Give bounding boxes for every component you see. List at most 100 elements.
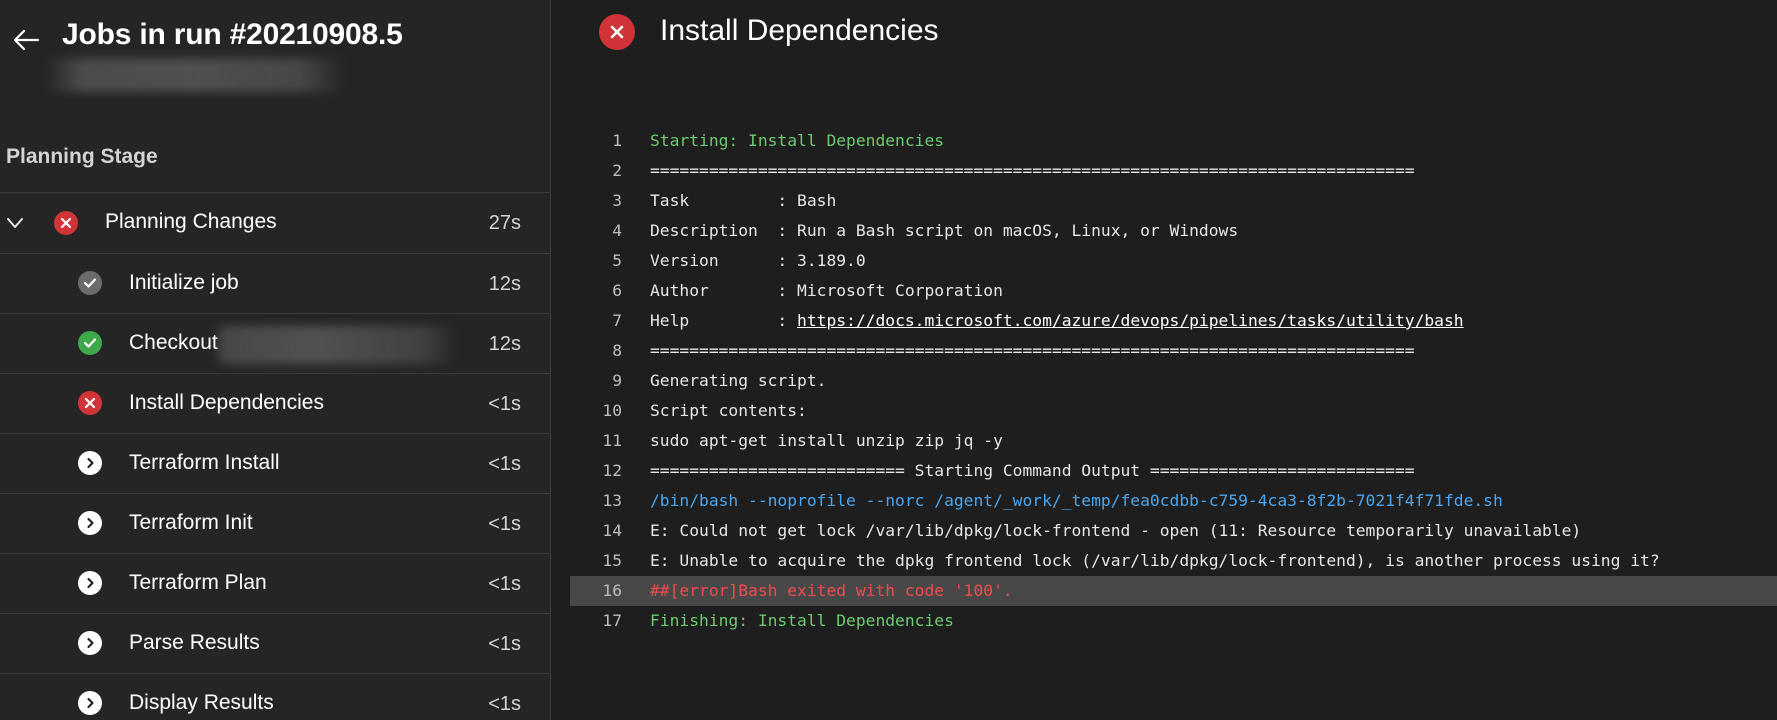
step-duration: <1s <box>488 633 521 655</box>
line-number[interactable]: 17 <box>570 606 622 636</box>
step-name: Install Dependencies <box>129 391 324 414</box>
line-text-content: /bin/bash --noprofile --norc /agent/_wor… <box>650 491 1503 510</box>
step-row-checkout[interactable]: Checkout 12s <box>0 313 550 373</box>
line-number[interactable]: 1 <box>570 126 622 156</box>
log-line[interactable]: 7 Help : https://docs.microsoft.com/azure… <box>570 306 1777 336</box>
log-line[interactable]: 2 =======================================… <box>570 156 1777 186</box>
log-line[interactable]: 6 Author : Microsoft Corporation <box>570 276 1777 306</box>
log-line[interactable]: 11 sudo apt-get install unzip zip jq -y <box>570 426 1777 456</box>
step-name: Initialize job <box>129 271 239 294</box>
line-text: ========================== Starting Comm… <box>650 456 1415 486</box>
run-title: Jobs in run #20210908.5 <box>62 18 403 51</box>
log-line[interactable]: 17 Finishing: Install Dependencies <box>570 606 1777 636</box>
line-number[interactable]: 12 <box>570 456 622 486</box>
line-text-content: Version : 3.189.0 <box>650 251 866 270</box>
log-line[interactable]: 5 Version : 3.189.0 <box>570 246 1777 276</box>
log-line[interactable]: 9 Generating script. <box>570 366 1777 396</box>
line-text: ##[error]Bash exited with code '100'. <box>650 576 1013 606</box>
line-number[interactable]: 3 <box>570 186 622 216</box>
line-text: Help : https://docs.microsoft.com/azure/… <box>650 306 1464 336</box>
skipped-circle-icon <box>78 571 102 595</box>
error-circle-icon <box>78 391 102 415</box>
skipped-circle-icon <box>78 631 102 655</box>
line-text-content: Generating script. <box>650 371 827 390</box>
log-line[interactable]: 14 E: Could not get lock /var/lib/dpkg/lo… <box>570 516 1777 546</box>
step-row-display-results[interactable]: Display Results <1s <box>0 673 550 720</box>
redacted-subtitle <box>46 58 346 92</box>
error-circle-icon <box>54 211 78 235</box>
step-name: Terraform Init <box>129 511 253 534</box>
log-line[interactable]: 4 Description : Run a Bash script on macO… <box>570 216 1777 246</box>
step-name: Terraform Plan <box>129 571 267 594</box>
skipped-circle-icon <box>78 451 102 475</box>
step-row-terraform-install[interactable]: Terraform Install <1s <box>0 433 550 493</box>
step-name: Terraform Install <box>129 451 280 474</box>
line-text: Version : 3.189.0 <box>650 246 866 276</box>
line-number[interactable]: 6 <box>570 276 622 306</box>
line-text: E: Unable to acquire the dpkg frontend l… <box>650 546 1660 576</box>
skipped-circle-icon <box>78 691 102 715</box>
log-line[interactable]: 1 Starting: Install Dependencies <box>570 126 1777 156</box>
step-duration: <1s <box>488 453 521 475</box>
line-text-content: Help : <box>650 311 798 330</box>
step-row-initialize-job[interactable]: Initialize job 12s <box>0 253 550 313</box>
sidebar-header: Jobs in run #20210908.5 <box>0 0 550 100</box>
log-line[interactable]: 8 =======================================… <box>570 336 1777 366</box>
help-link[interactable]: https://docs.microsoft.com/azure/devops/… <box>797 311 1464 330</box>
line-number[interactable]: 13 <box>570 486 622 516</box>
line-number[interactable]: 7 <box>570 306 622 336</box>
check-circle-icon <box>78 271 102 295</box>
job-duration: 27s <box>488 212 521 234</box>
log-line[interactable]: 10 Script contents: <box>570 396 1777 426</box>
line-text: ========================================… <box>650 336 1415 366</box>
line-text-content: ========================================… <box>650 341 1415 360</box>
step-row-terraform-plan[interactable]: Terraform Plan <1s <box>0 553 550 613</box>
line-number[interactable]: 16 <box>570 576 622 606</box>
log-line[interactable]: 13/bin/bash --noprofile --norc /agent/_w… <box>570 486 1777 516</box>
line-text-content: Author : Microsoft Corporation <box>650 281 1003 300</box>
step-duration: 12s <box>488 273 521 295</box>
line-number[interactable]: 2 <box>570 156 622 186</box>
job-row-planning-changes[interactable]: Planning Changes 27s <box>0 192 550 253</box>
step-name: Display Results <box>129 691 274 714</box>
back-button[interactable] <box>8 22 44 58</box>
line-number[interactable]: 14 <box>570 516 622 546</box>
step-duration: <1s <box>488 693 521 715</box>
line-number[interactable]: 5 <box>570 246 622 276</box>
step-duration: <1s <box>488 393 521 415</box>
step-duration: <1s <box>488 513 521 535</box>
log-output: 1 Starting: Install Dependencies 2 ========… <box>570 126 1777 636</box>
line-number[interactable]: 9 <box>570 366 622 396</box>
stage-title: Planning Stage <box>6 145 158 168</box>
line-text: sudo apt-get install unzip zip jq -y <box>650 426 1003 456</box>
line-text: Task : Bash <box>650 186 836 216</box>
line-text: E: Could not get lock /var/lib/dpkg/lock… <box>650 516 1581 546</box>
log-line-error[interactable]: 16 ##[error]Bash exited with code '100'. <box>570 576 1777 606</box>
log-line[interactable]: 12 ========================== Starting Co… <box>570 456 1777 486</box>
chevron-down-icon[interactable] <box>4 212 26 234</box>
step-row-parse-results[interactable]: Parse Results <1s <box>0 613 550 673</box>
redacted-repo-name <box>218 326 458 364</box>
line-number[interactable]: 11 <box>570 426 622 456</box>
step-duration: 12s <box>488 333 521 355</box>
log-line[interactable]: 15 E: Unable to acquire the dpkg frontend… <box>570 546 1777 576</box>
check-circle-icon <box>78 331 102 355</box>
line-number[interactable]: 8 <box>570 336 622 366</box>
log-line[interactable]: 3 Task : Bash <box>570 186 1777 216</box>
line-text: Author : Microsoft Corporation <box>650 276 1003 306</box>
line-text-content: sudo apt-get install unzip zip jq -y <box>650 431 1003 450</box>
step-name: Checkout <box>129 331 218 354</box>
line-text-content: ========================== Starting Comm… <box>650 461 1415 480</box>
line-number[interactable]: 4 <box>570 216 622 246</box>
line-text-content: Finishing: Install Dependencies <box>650 611 954 630</box>
line-text-content: Description : Run a Bash script on macOS… <box>650 221 1239 240</box>
jobs-sidebar: Jobs in run #20210908.5 Planning Stage P… <box>0 0 551 720</box>
step-row-install-dependencies[interactable]: Install Dependencies <1s <box>0 373 550 433</box>
line-text-content: E: Could not get lock /var/lib/dpkg/lock… <box>650 521 1582 540</box>
error-circle-icon <box>599 14 635 50</box>
line-text: /bin/bash --noprofile --norc /agent/_wor… <box>650 486 1503 516</box>
task-header: Install Dependencies <box>552 0 1777 70</box>
step-row-terraform-init[interactable]: Terraform Init <1s <box>0 493 550 553</box>
line-number[interactable]: 15 <box>570 546 622 576</box>
line-number[interactable]: 10 <box>570 396 622 426</box>
